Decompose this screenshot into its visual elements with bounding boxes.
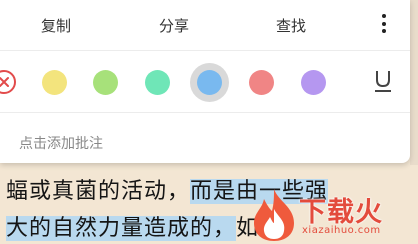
watermark-title: 下载火 (299, 197, 383, 228)
selection-popup: 复制 分享 查找 点击添加批注 (0, 0, 410, 163)
color-swatch-purple[interactable] (301, 70, 326, 95)
color-swatch-green[interactable] (93, 70, 118, 95)
share-button[interactable]: 分享 (159, 15, 189, 36)
color-swatch-yellow[interactable] (42, 70, 67, 95)
underline-icon[interactable] (372, 68, 394, 94)
color-swatch-red[interactable] (249, 70, 274, 95)
book-text-highlighted[interactable]: 大的自然力量造成的， (6, 216, 237, 241)
divider (0, 112, 410, 113)
add-note-field[interactable]: 点击添加批注 (19, 133, 103, 153)
book-text-line-2: 大的自然力量造成的，如 (6, 210, 259, 242)
selection-toolbar: 复制 分享 查找 (0, 0, 410, 50)
book-text-plain: 蝠或真菌的活动， (6, 179, 191, 204)
color-swatch-teal[interactable] (145, 70, 170, 95)
find-button[interactable]: 查找 (276, 15, 306, 36)
page-edge (410, 0, 418, 165)
watermark-logo: 下载火 xiazaihuo.com (248, 185, 418, 244)
watermark-url: xiazaihuo.com (302, 225, 381, 236)
highlight-color-row (0, 50, 410, 112)
color-swatch-blue[interactable] (197, 70, 222, 95)
copy-button[interactable]: 复制 (41, 15, 71, 36)
clear-highlight-icon[interactable] (0, 70, 16, 94)
more-vertical-icon[interactable] (378, 14, 390, 36)
